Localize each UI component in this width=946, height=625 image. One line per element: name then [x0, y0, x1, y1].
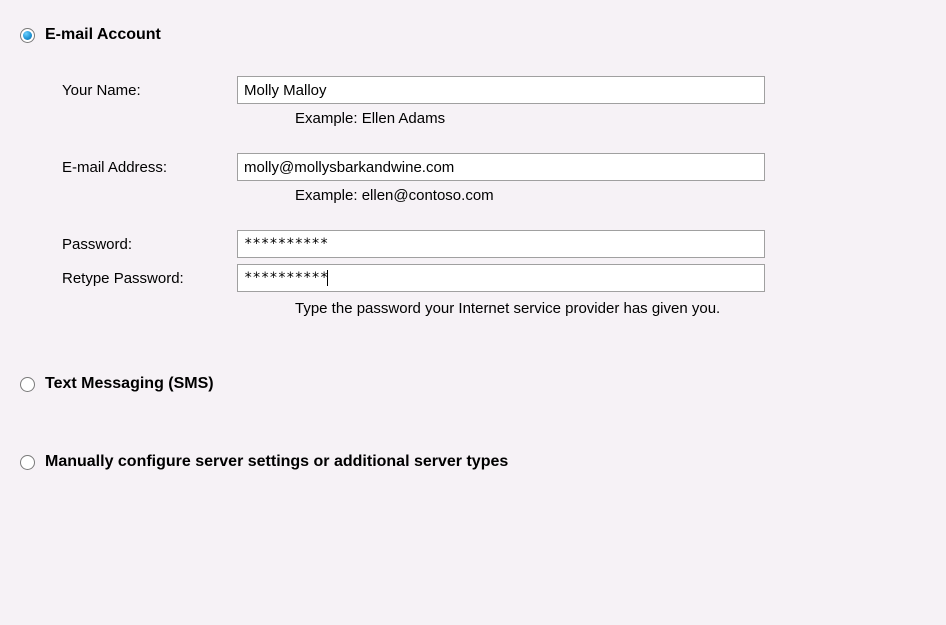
password-row: Password: ********** [62, 230, 926, 258]
option-text-messaging-label: Text Messaging (SMS) [45, 375, 214, 393]
radio-manual-config[interactable] [20, 455, 35, 470]
option-manual-config-label: Manually configure server settings or ad… [45, 453, 508, 471]
your-name-label: Your Name: [62, 82, 237, 99]
option-text-messaging[interactable]: Text Messaging (SMS) [20, 375, 926, 393]
email-account-form: Your Name: Example: Ellen Adams E-mail A… [62, 76, 926, 317]
retype-password-masked-value: ********** [244, 270, 328, 286]
your-name-row: Your Name: [62, 76, 926, 104]
option-email-account[interactable]: E-mail Account [20, 26, 926, 44]
option-manual-config[interactable]: Manually configure server settings or ad… [20, 453, 926, 471]
email-address-input[interactable] [237, 153, 765, 181]
retype-password-hint: Type the password your Internet service … [295, 300, 926, 317]
email-address-label: E-mail Address: [62, 159, 237, 176]
retype-password-input[interactable]: ********** [237, 264, 765, 292]
radio-text-messaging[interactable] [20, 377, 35, 392]
your-name-hint: Example: Ellen Adams [295, 110, 926, 127]
email-address-row: E-mail Address: [62, 153, 926, 181]
password-masked-value: ********** [244, 236, 328, 252]
email-address-hint: Example: ellen@contoso.com [295, 187, 926, 204]
radio-email-account[interactable] [20, 28, 35, 43]
password-input[interactable]: ********** [237, 230, 765, 258]
password-label: Password: [62, 236, 237, 253]
retype-password-label: Retype Password: [62, 270, 237, 287]
text-caret-icon [327, 270, 328, 286]
your-name-input[interactable] [237, 76, 765, 104]
option-email-account-label: E-mail Account [45, 26, 161, 44]
retype-password-row: Retype Password: ********** [62, 264, 926, 292]
